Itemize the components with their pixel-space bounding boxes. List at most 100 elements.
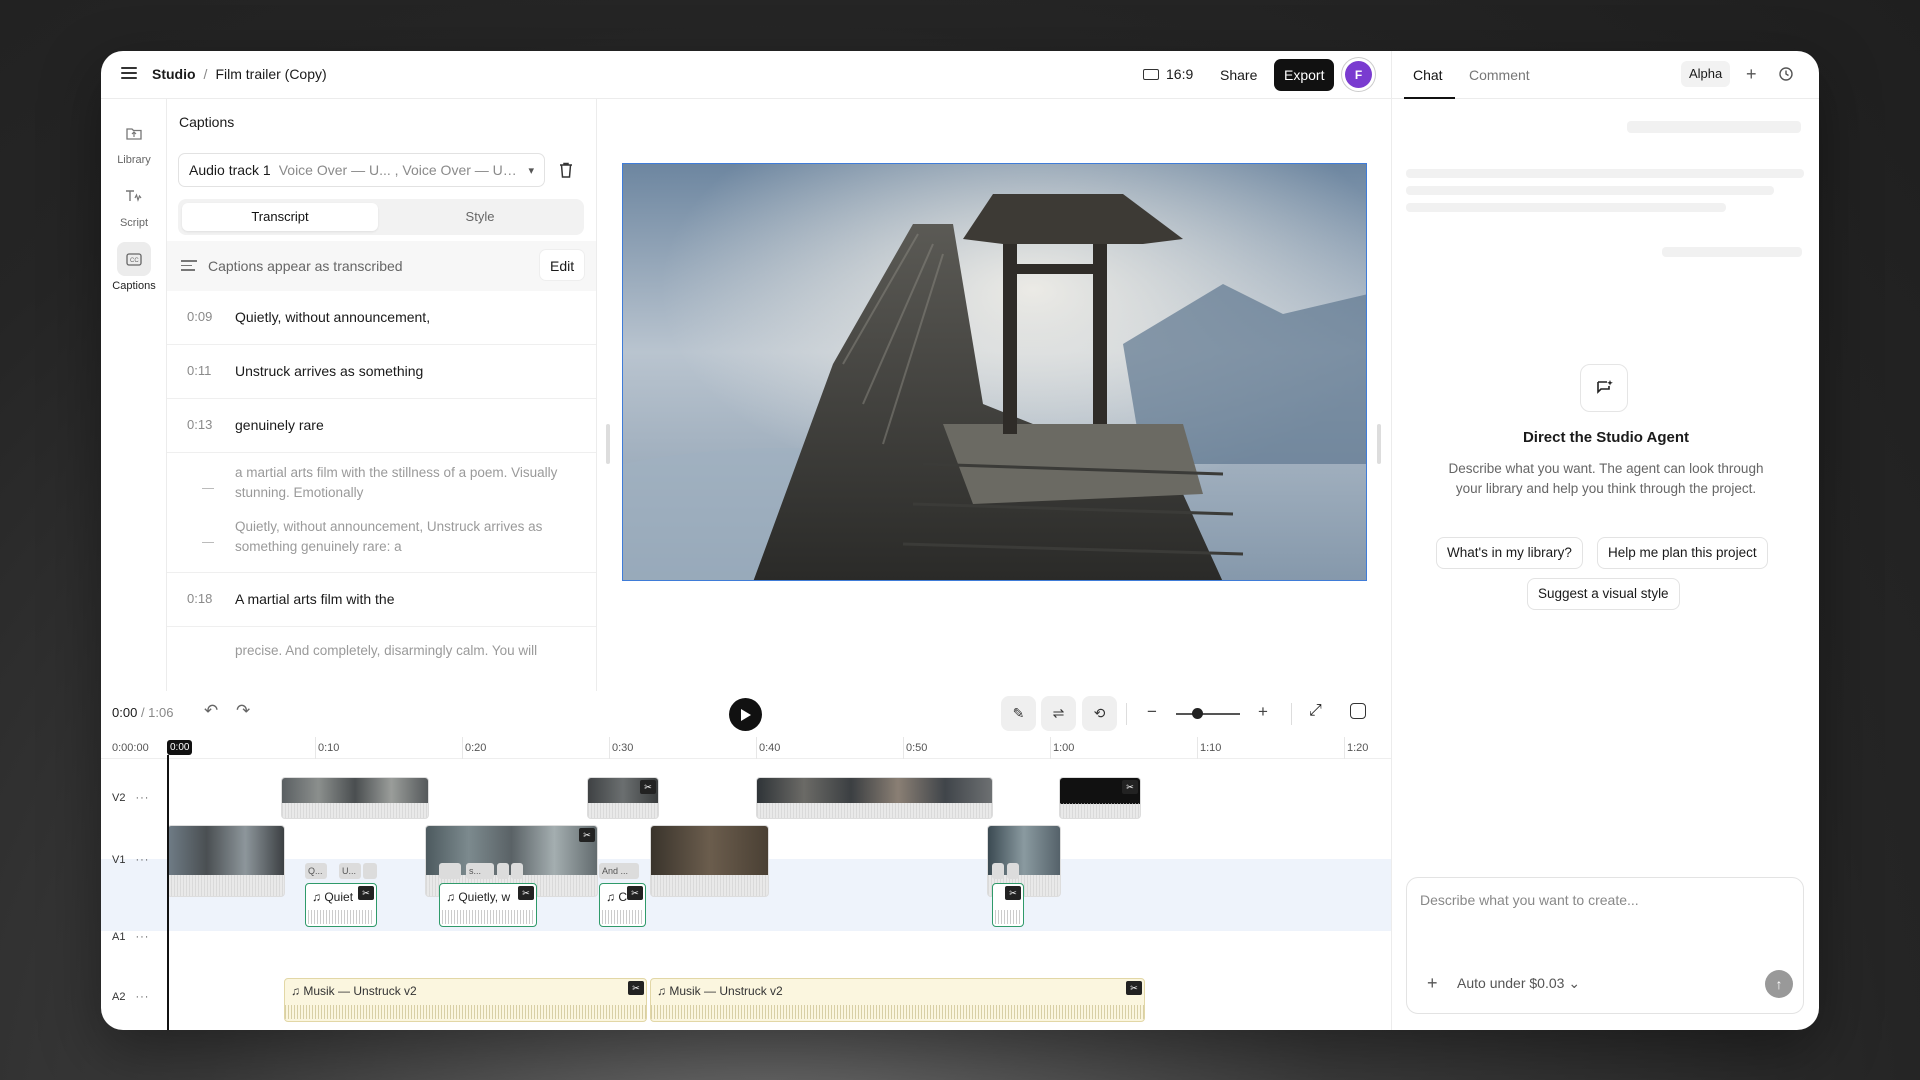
suggestion-library[interactable]: What's in my library? xyxy=(1436,537,1583,569)
playhead[interactable] xyxy=(167,755,169,1030)
magic-tool-button[interactable]: ✎ xyxy=(1001,696,1036,731)
scissor-icon[interactable]: ✂ xyxy=(1126,981,1142,995)
music-clip[interactable]: ♫ Musik — Unstruck v2 ✂ xyxy=(284,978,647,1022)
scissor-icon[interactable]: ✂ xyxy=(1122,780,1138,794)
clip-waveform xyxy=(282,802,428,818)
caption-chip[interactable] xyxy=(1007,863,1019,879)
budget-select[interactable]: Auto under $0.03 ⌄ xyxy=(1457,975,1580,992)
history-icon[interactable] xyxy=(1778,66,1794,86)
menu-icon[interactable] xyxy=(121,67,137,81)
caption-chip[interactable] xyxy=(439,863,461,879)
undo-icon[interactable]: ↶ xyxy=(204,701,218,721)
send-button[interactable]: ↑ xyxy=(1765,970,1793,998)
track-menu-icon[interactable]: ··· xyxy=(135,931,149,943)
breadcrumb-home[interactable]: Studio xyxy=(152,66,196,82)
resize-handle-right[interactable] xyxy=(1377,424,1381,464)
caption-chip[interactable]: And ... xyxy=(599,863,639,879)
loop-tool-button[interactable]: ⟲ xyxy=(1082,696,1117,731)
zoom-in-icon[interactable]: + xyxy=(1258,702,1268,722)
track-menu-icon[interactable]: ··· xyxy=(135,792,149,804)
edit-button[interactable]: Edit xyxy=(539,249,586,281)
caption-row[interactable]: 0:09 Quietly, without announcement, xyxy=(167,291,596,345)
caption-chip[interactable] xyxy=(511,863,523,879)
loading-placeholder xyxy=(1627,121,1801,133)
zoom-slider-handle[interactable] xyxy=(1192,708,1203,719)
caption-chip[interactable] xyxy=(497,863,509,879)
rail-item-library[interactable]: Library xyxy=(101,116,167,166)
track-menu-icon[interactable]: ··· xyxy=(135,991,149,1003)
ruler-tick xyxy=(609,737,610,759)
caption-appear-text: Captions appear as transcribed xyxy=(208,258,403,274)
caption-row-untimed[interactable]: precise. And completely, disarmingly cal… xyxy=(167,627,596,687)
timeline-ruler[interactable]: 0:00:00 0:10 0:20 0:30 0:40 0:50 1:00 1:… xyxy=(101,737,1391,759)
voiceover-clip[interactable]: ♫ Quietly, w ✂ xyxy=(439,883,537,927)
caption-chip[interactable]: s... xyxy=(466,863,494,879)
caption-row-untimed[interactable]: Quietly, without announcement, Unstruck … xyxy=(167,507,596,573)
caption-chip[interactable] xyxy=(363,863,377,879)
caption-row[interactable]: 0:13 genuinely rare xyxy=(167,399,596,453)
scissor-icon[interactable]: ✂ xyxy=(518,886,534,900)
tab-comment[interactable]: Comment xyxy=(1469,67,1530,83)
redo-icon[interactable]: ↷ xyxy=(236,701,250,721)
avatar[interactable]: F xyxy=(1345,61,1372,88)
caption-row[interactable]: 0:11 Unstruck arrives as something xyxy=(167,345,596,399)
suggestion-plan[interactable]: Help me plan this project xyxy=(1597,537,1768,569)
suggestion-visual-style[interactable]: Suggest a visual style xyxy=(1527,578,1680,610)
caption-chip[interactable]: U... xyxy=(339,863,361,879)
video-clip[interactable] xyxy=(756,777,993,819)
breadcrumb-project[interactable]: Film trailer (Copy) xyxy=(215,66,326,82)
rail-item-captions[interactable]: CC Captions xyxy=(101,242,167,292)
tab-style[interactable]: Style xyxy=(382,203,578,231)
scissor-icon[interactable]: ✂ xyxy=(358,886,374,900)
video-clip[interactable] xyxy=(650,825,769,897)
voiceover-clip[interactable]: ♫ C ✂ xyxy=(599,883,646,927)
share-button[interactable]: Share xyxy=(1209,60,1268,90)
video-clip[interactable] xyxy=(281,777,429,819)
caption-chip[interactable] xyxy=(992,863,1004,879)
untimed-dash xyxy=(202,488,214,489)
time-readout: 0:00 / 1:06 xyxy=(112,705,173,720)
video-preview[interactable] xyxy=(622,163,1367,581)
zoom-slider[interactable] xyxy=(1176,713,1240,715)
captions-icon: CC xyxy=(117,242,151,276)
voiceover-clip[interactable]: ♫ Quiet ✂ xyxy=(305,883,377,927)
audio-track-select[interactable]: Audio track 1 Voice Over — U... , Voice … xyxy=(178,153,545,187)
chat-composer[interactable]: Describe what you want to create... + Au… xyxy=(1406,877,1804,1014)
add-icon[interactable]: + xyxy=(1746,64,1757,85)
track-menu-icon[interactable]: ··· xyxy=(135,854,149,866)
caption-row[interactable]: 0:18 A martial arts film with the xyxy=(167,573,596,627)
ruler-tick xyxy=(1197,737,1198,759)
caption-chip[interactable]: Q... xyxy=(305,863,327,879)
preview-area xyxy=(597,99,1391,691)
resize-handle-left[interactable] xyxy=(606,424,610,464)
rail-item-script[interactable]: Script xyxy=(101,179,167,229)
loading-placeholder xyxy=(1406,186,1774,195)
scissor-icon[interactable]: ✂ xyxy=(640,780,656,794)
video-clip[interactable] xyxy=(167,825,285,897)
scissor-icon[interactable]: ✂ xyxy=(1005,886,1021,900)
music-clip[interactable]: ♫ Musik — Unstruck v2 ✂ xyxy=(650,978,1145,1022)
ruler-label: 0:40 xyxy=(759,742,781,754)
play-button[interactable] xyxy=(729,698,762,731)
scissor-icon[interactable]: ✂ xyxy=(627,886,643,900)
export-button[interactable]: Export xyxy=(1274,59,1335,91)
caption-row-untimed[interactable]: a martial arts film with the stillness o… xyxy=(167,453,596,507)
fullscreen-icon[interactable]: ⤢ xyxy=(1309,702,1322,720)
track-label-v2: V2 ··· xyxy=(112,792,149,804)
chevron-down-icon: ⌄ xyxy=(1568,975,1581,991)
zoom-out-icon[interactable]: − xyxy=(1147,702,1157,722)
tab-transcript[interactable]: Transcript xyxy=(182,203,378,231)
split-tool-button[interactable]: ⇌ xyxy=(1041,696,1076,731)
captions-toggle-icon[interactable] xyxy=(1350,703,1366,719)
voiceover-clip[interactable]: ✂ xyxy=(992,883,1024,927)
scissor-icon[interactable]: ✂ xyxy=(628,981,644,995)
playhead-badge[interactable]: 0:00 xyxy=(167,740,193,755)
video-clip[interactable]: ✂ xyxy=(587,777,659,819)
video-clip[interactable]: ✂ xyxy=(1059,777,1141,819)
tab-chat[interactable]: Chat xyxy=(1413,67,1443,83)
attach-icon[interactable]: + xyxy=(1427,973,1438,994)
clip-waveform xyxy=(588,802,658,818)
aspect-ratio-button[interactable]: 16:9 xyxy=(1143,66,1193,82)
scissor-icon[interactable]: ✂ xyxy=(579,828,595,842)
trash-icon[interactable] xyxy=(559,162,573,178)
